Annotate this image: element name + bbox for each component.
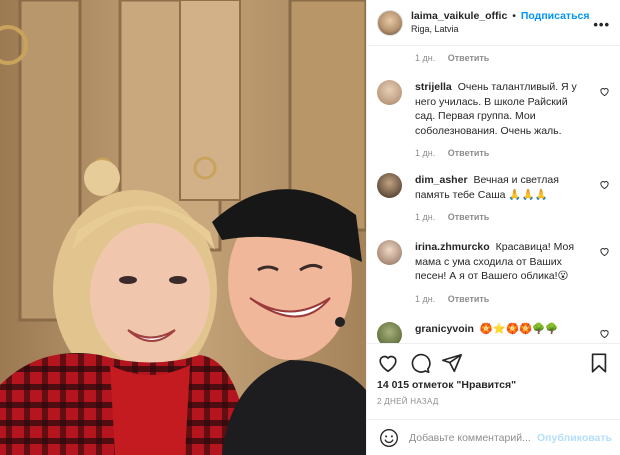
comment-item: irina.zhmurcko Красавица! Моя мама с ума… — [377, 240, 610, 304]
comment-icon[interactable] — [409, 352, 431, 374]
comment-body: strijella Очень талантливый. Я у него уч… — [415, 80, 588, 138]
comment-item: granicyvoin 🏵️⭐🏵️🏵️🌳🌳 — [377, 322, 610, 343]
commenter-avatar[interactable] — [377, 240, 402, 265]
reply-button[interactable]: Ответить — [448, 148, 490, 158]
selfie-image — [0, 0, 366, 455]
comment-time: 1 дн. — [415, 148, 436, 158]
like-comment-heart-icon[interactable] — [599, 86, 610, 97]
more-options-icon[interactable]: ••• — [593, 17, 610, 32]
comment-body: irina.zhmurcko Красавица! Моя мама с ума… — [415, 240, 588, 284]
post-side-panel: laima_vaikule_offic • Подписаться Riga, … — [366, 0, 620, 455]
post-actions — [367, 343, 620, 379]
comment-input[interactable] — [409, 431, 538, 444]
comment-time: 1 дн. — [415, 212, 436, 222]
comment-item: dim_asher Вечная и светлая память тебе С… — [377, 173, 610, 222]
comment-meta: 1 дн. Ответить — [415, 212, 610, 222]
reply-button[interactable]: Ответить — [448, 212, 490, 222]
comment-body: dim_asher Вечная и светлая память тебе С… — [415, 173, 588, 202]
commenter-avatar[interactable] — [377, 173, 402, 198]
reply-button[interactable]: Ответить — [448, 53, 490, 63]
like-comment-heart-icon[interactable] — [599, 179, 610, 190]
comment-time: 1 дн. — [415, 53, 436, 63]
commenter-username[interactable]: dim_asher — [415, 174, 468, 186]
author-info: laima_vaikule_offic • Подписаться Riga, … — [411, 10, 590, 36]
bookmark-icon[interactable] — [588, 352, 610, 374]
post-photo[interactable] — [0, 0, 366, 455]
separator-dot: • — [512, 9, 516, 22]
commenter-avatar[interactable] — [377, 322, 402, 343]
add-comment-bar: Опубликовать — [367, 419, 620, 455]
like-comment-heart-icon[interactable] — [599, 246, 610, 257]
author-line: laima_vaikule_offic • Подписаться — [411, 10, 590, 23]
commenter-username[interactable]: strijella — [415, 81, 452, 93]
commenter-username[interactable]: granicyvoin — [415, 323, 474, 335]
post-date[interactable]: 2 ДНЕЙ НАЗАД — [377, 397, 439, 406]
author-username[interactable]: laima_vaikule_offic — [411, 10, 507, 22]
like-comment-heart-icon[interactable] — [599, 328, 610, 339]
post-location[interactable]: Riga, Latvia — [411, 23, 590, 36]
reply-button[interactable]: Ответить — [448, 294, 490, 304]
commenter-avatar[interactable] — [377, 80, 402, 105]
follow-button[interactable]: Подписаться — [521, 10, 590, 22]
comment-time: 1 дн. — [415, 293, 436, 304]
comment-text: 🏵️⭐🏵️🏵️🌳🌳 — [479, 323, 559, 335]
post-header: laima_vaikule_offic • Подписаться Riga, … — [367, 0, 620, 46]
comment-meta: 1 дн. Ответить — [415, 53, 489, 63]
emoji-icon[interactable] — [379, 428, 399, 448]
heart-icon[interactable] — [377, 352, 399, 374]
share-icon[interactable] — [441, 352, 463, 374]
author-avatar[interactable] — [377, 9, 403, 36]
publish-button[interactable]: Опубликовать — [537, 432, 612, 444]
comments-list[interactable]: 1 дн. Ответить strijella Очень талантлив… — [367, 46, 620, 343]
comment-meta: 1 дн. Ответить — [415, 148, 610, 158]
commenter-username[interactable]: irina.zhmurcko — [415, 241, 490, 253]
comment-body: granicyvoin 🏵️⭐🏵️🏵️🌳🌳 — [415, 322, 588, 337]
comment-item: strijella Очень талантливый. Я у него уч… — [377, 80, 610, 158]
likes-count[interactable]: 14 015 отметок "Нравится" — [377, 379, 516, 391]
comment-meta: 1 дн. Ответить — [415, 294, 610, 304]
